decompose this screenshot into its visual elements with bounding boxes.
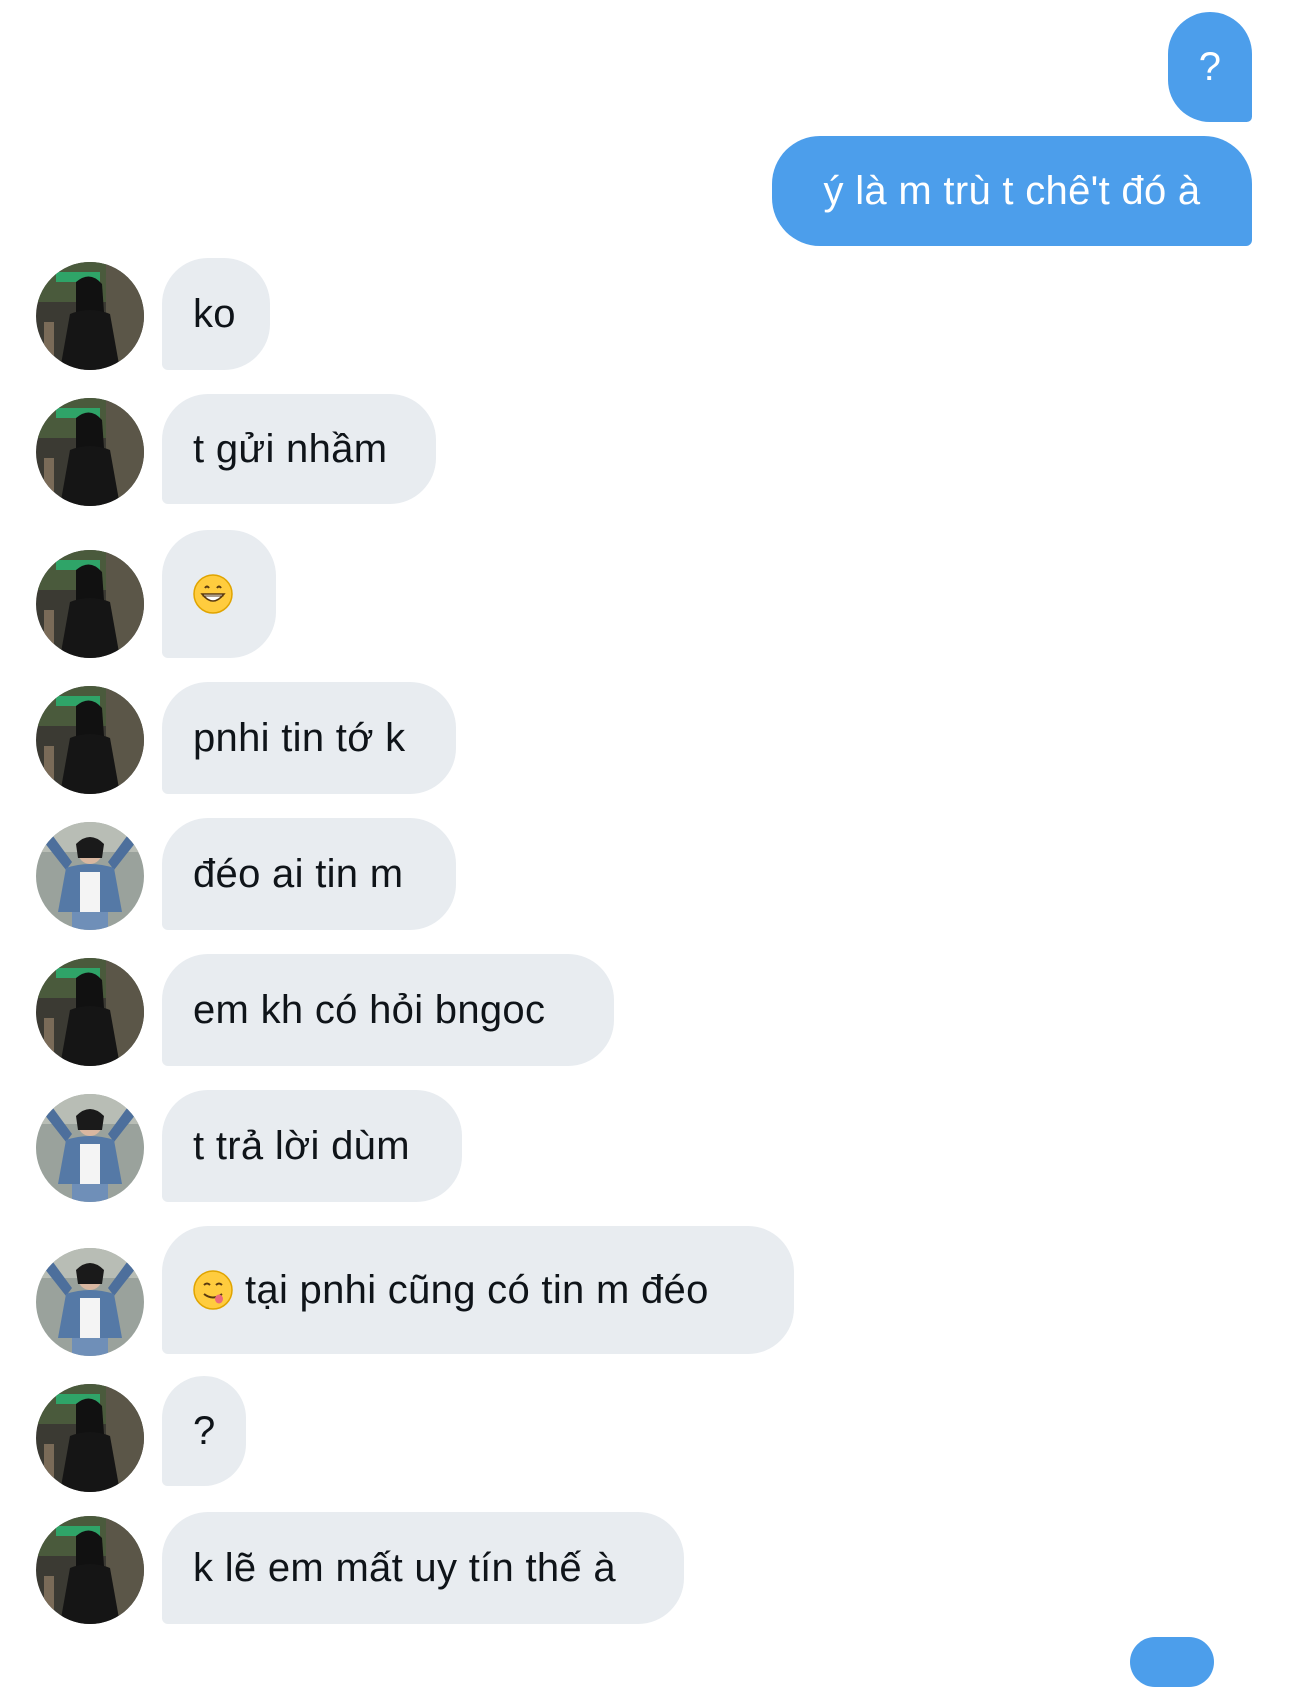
- message-bubble-incoming[interactable]: ko: [162, 258, 270, 370]
- message-text: ?: [1198, 45, 1222, 89]
- message-bubble-incoming[interactable]: tại pnhi cũng có tin m đéo: [162, 1226, 794, 1354]
- avatar-dark-outfit[interactable]: [36, 262, 144, 370]
- message-text: đéo ai tin m: [193, 852, 404, 896]
- message-bubble-incoming[interactable]: ?: [162, 1376, 246, 1486]
- avatar-denim-jacket[interactable]: [36, 1248, 144, 1356]
- message-text: ko: [193, 292, 236, 336]
- message-bubble-outgoing-partial[interactable]: [1130, 1637, 1214, 1687]
- message-bubble-incoming[interactable]: t gửi nhầm: [162, 394, 436, 504]
- avatar-dark-outfit[interactable]: [36, 1384, 144, 1492]
- avatar-dark-outfit[interactable]: [36, 1516, 144, 1624]
- message-text: tại pnhi cũng có tin m đéo: [245, 1268, 709, 1312]
- message-bubble-incoming[interactable]: t trả lời dùm: [162, 1090, 462, 1202]
- chat-thread: ? ý là m trù t chê't đó à ko t gửi nhầm …: [0, 0, 1290, 1687]
- message-bubble-incoming[interactable]: [162, 530, 276, 658]
- avatar-dark-outfit[interactable]: [36, 550, 144, 658]
- message-bubble-outgoing[interactable]: ?: [1168, 12, 1252, 122]
- message-text: t trả lời dùm: [193, 1124, 410, 1168]
- message-bubble-incoming[interactable]: đéo ai tin m: [162, 818, 456, 930]
- message-text: t gửi nhầm: [193, 427, 388, 471]
- message-text: em kh có hỏi bngoc: [193, 988, 546, 1032]
- message-text: k lẽ em mất uy tín thế à: [193, 1546, 616, 1590]
- message-text: ?: [193, 1409, 216, 1453]
- avatar-denim-jacket[interactable]: [36, 822, 144, 930]
- face-savoring-food-emoji-icon: [193, 1270, 233, 1310]
- avatar-dark-outfit[interactable]: [36, 686, 144, 794]
- message-text: pnhi tin tớ k: [193, 716, 406, 760]
- message-bubble-incoming[interactable]: pnhi tin tớ k: [162, 682, 456, 794]
- avatar-dark-outfit[interactable]: [36, 398, 144, 506]
- grinning-face-emoji-icon: [193, 574, 233, 614]
- message-bubble-incoming[interactable]: k lẽ em mất uy tín thế à: [162, 1512, 684, 1624]
- message-text: ý là m trù t chê't đó à: [823, 169, 1201, 213]
- message-bubble-outgoing[interactable]: ý là m trù t chê't đó à: [772, 136, 1252, 246]
- message-bubble-incoming[interactable]: em kh có hỏi bngoc: [162, 954, 614, 1066]
- avatar-denim-jacket[interactable]: [36, 1094, 144, 1202]
- avatar-dark-outfit[interactable]: [36, 958, 144, 1066]
